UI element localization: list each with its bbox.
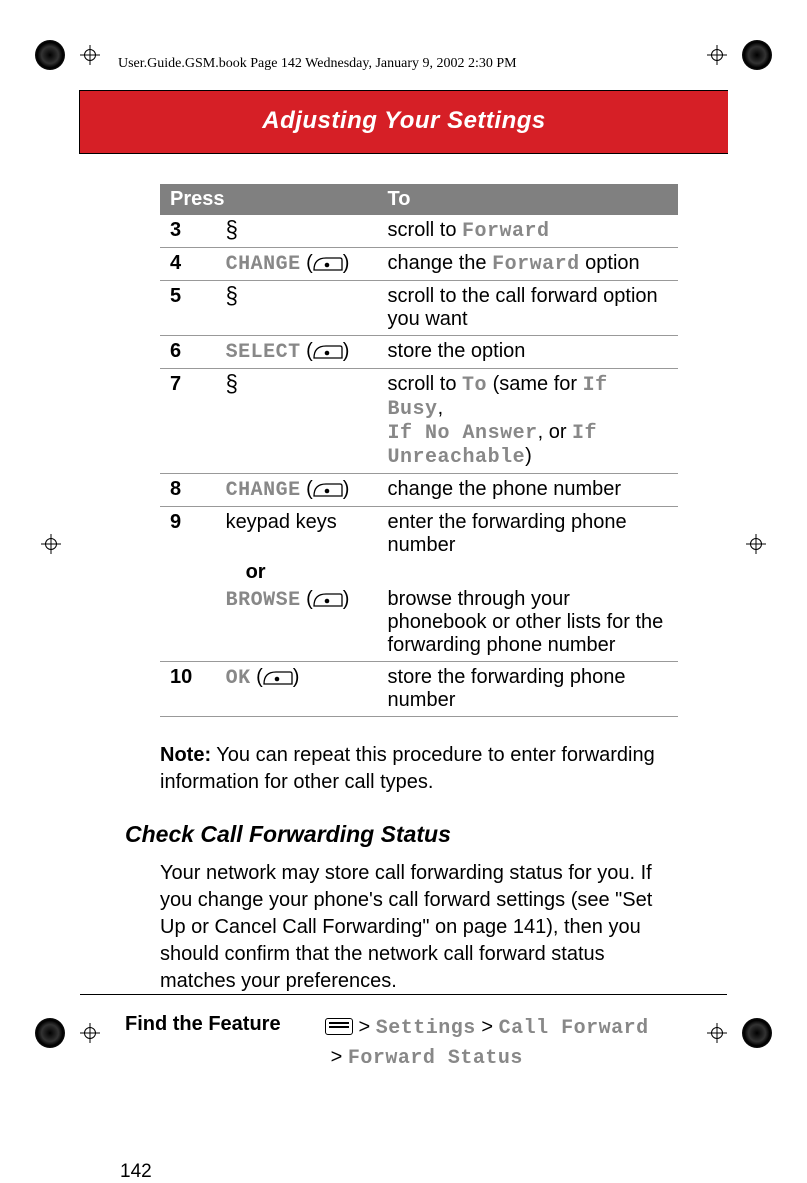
step-text: , or [538,421,572,443]
nav-sep: > [476,1016,499,1038]
step-press: keypad keys [216,507,378,560]
softkey-icon [313,257,343,271]
find-the-feature: Find the Feature > Settings > Call Forwa… [125,1013,678,1073]
step-text: ) [525,445,532,467]
nav-item: Call Forward [499,1017,649,1040]
step-text: option [580,252,640,274]
body-paragraph: Your network may store call forwarding s… [160,860,678,995]
table-row: 3 § scroll to Forward [160,215,678,248]
table-header-press: Press [160,184,378,215]
note-paragraph: Note: You can repeat this procedure to e… [160,742,678,796]
table-header-to: To [378,184,678,215]
step-number: 4 [160,248,216,281]
step-number: 9 [160,507,216,560]
step-text: browse through your phonebook or other l… [378,586,678,662]
crop-mark [746,534,766,554]
softkey-label: CHANGE [226,253,301,276]
menu-icon [325,1018,353,1035]
crop-ornament [742,1018,772,1048]
find-feature-label: Find the Feature [125,1013,300,1036]
scroll-icon: § [226,218,238,242]
crop-mark [707,45,727,65]
chapter-title: Adjusting Your Settings [79,90,728,154]
note-label: Note: [160,744,211,766]
step-text: change the [388,252,493,274]
table-row: 4 CHANGE () change the Forward option [160,248,678,281]
table-row: 6 SELECT () store the option [160,336,678,369]
table-row: 10 OK () store the forwarding phone numb… [160,662,678,717]
step-text: store the option [378,336,678,369]
step-text: (same for [487,373,583,395]
crop-ornament [35,1018,65,1048]
table-row: 7 § scroll to To (same for If Busy, If N… [160,369,678,474]
crop-ornament [742,40,772,70]
step-text: , [438,397,444,419]
step-number: 3 [160,215,216,248]
ui-term: If No Answer [388,422,538,445]
softkey-icon [313,593,343,607]
table-row: 5 § scroll to the call forward option yo… [160,281,678,336]
or-label: or [226,561,266,583]
document-meta: User.Guide.GSM.book Page 142 Wednesday, … [118,56,517,72]
step-number: 6 [160,336,216,369]
ui-term: Forward [492,253,580,276]
crop-mark [80,45,100,65]
step-text: scroll to [388,219,462,241]
step-text: store the forwarding phone number [378,662,678,717]
nav-path: > Settings > Call Forward > Forward Stat… [325,1013,649,1073]
steps-table: Press To 3 § scroll to Forward 4 CHANGE … [160,184,678,717]
step-text: enter the forwarding phone number [378,507,678,560]
step-text: change the phone number [378,474,678,507]
step-text: scroll to [388,373,462,395]
scroll-icon: § [226,372,238,396]
softkey-label: OK [226,667,251,690]
softkey-icon [313,345,343,359]
softkey-icon [313,483,343,497]
step-number: 10 [160,662,216,717]
table-row: BROWSE () browse through your phonebook … [160,586,678,662]
step-number: 7 [160,369,216,474]
crop-ornament [35,40,65,70]
scroll-icon: § [226,284,238,308]
softkey-label: SELECT [226,341,301,364]
nav-item: Settings [376,1017,476,1040]
step-number: 8 [160,474,216,507]
ui-term: Forward [462,220,550,243]
softkey-icon [263,671,293,685]
nav-sep: > [331,1046,348,1068]
table-row: 8 CHANGE () change the phone number [160,474,678,507]
table-row: or [160,559,678,586]
nav-sep: > [353,1016,376,1038]
step-number: 5 [160,281,216,336]
subsection-heading: Check Call Forwarding Status [125,821,678,848]
crop-mark [41,534,61,554]
ui-term: To [462,374,487,397]
step-text: scroll to the call forward option you wa… [378,281,678,336]
softkey-label: BROWSE [226,589,301,612]
nav-item: Forward Status [348,1047,523,1070]
softkey-label: CHANGE [226,479,301,502]
table-row: 9 keypad keys enter the forwarding phone… [160,507,678,560]
note-text: You can repeat this procedure to enter f… [160,744,655,793]
page-number: 142 [120,1161,152,1183]
